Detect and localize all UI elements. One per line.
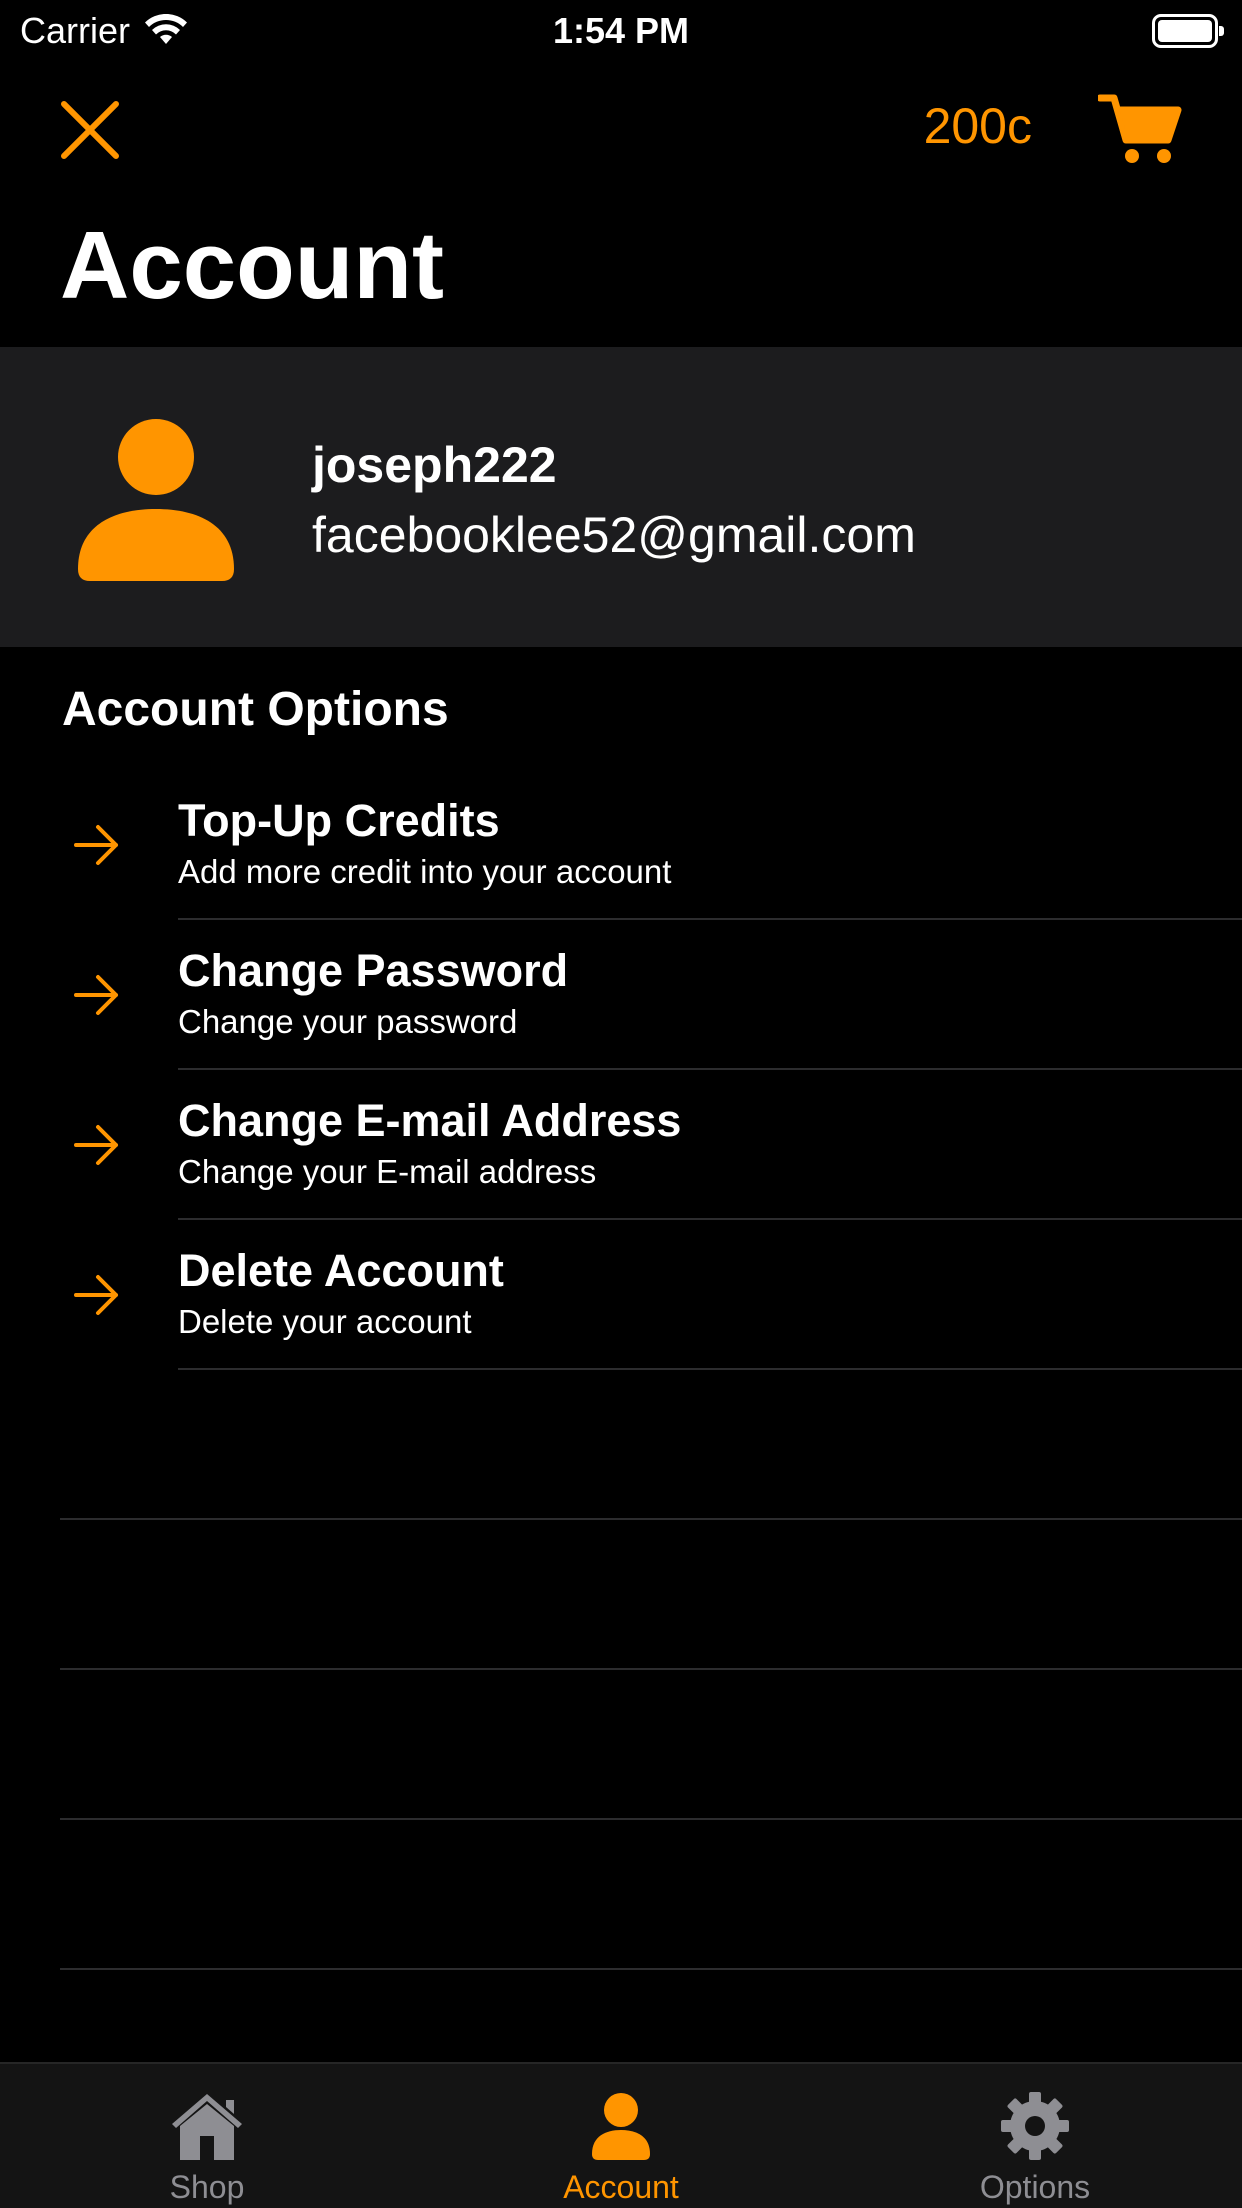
close-icon[interactable] <box>56 96 124 164</box>
option-title: Delete Account <box>178 1245 504 1296</box>
option-change-email[interactable]: Change E-mail Address Change your E-mail… <box>0 1070 1242 1220</box>
option-subtitle: Add more credit into your account <box>178 853 672 890</box>
empty-row <box>0 1820 1242 1970</box>
arrow-right-icon <box>74 825 118 865</box>
credits-balance: 200c <box>923 98 1032 154</box>
battery-cap <box>1219 26 1224 36</box>
empty-row <box>0 1370 1242 1520</box>
option-subtitle: Delete your account <box>178 1303 472 1340</box>
option-top-up-credits[interactable]: Top-Up Credits Add more credit into your… <box>0 770 1242 920</box>
person-icon <box>78 419 234 581</box>
empty-row <box>0 1520 1242 1670</box>
cart-icon[interactable] <box>1098 92 1182 166</box>
option-subtitle: Change your E-mail address <box>178 1153 597 1190</box>
gear-icon <box>1001 2092 1069 2160</box>
account-screen: Carrier 1:54 PM 200c Account joseph222 f… <box>0 0 1242 2208</box>
section-title: Account Options <box>62 683 449 736</box>
arrow-right-icon <box>74 975 118 1015</box>
tab-account[interactable]: Account <box>414 2064 828 2208</box>
empty-row <box>0 1670 1242 1820</box>
house-icon <box>172 2094 242 2160</box>
tab-label: Account <box>563 2169 679 2205</box>
profile-card: joseph222 facebooklee52@gmail.com <box>0 347 1242 647</box>
tab-label: Options <box>979 2169 1091 2205</box>
option-change-password[interactable]: Change Password Change your password <box>0 920 1242 1070</box>
status-bar: Carrier 1:54 PM <box>0 0 1242 62</box>
profile-email: facebooklee52@gmail.com <box>312 507 916 563</box>
battery-level <box>1158 20 1212 42</box>
option-title: Change E-mail Address <box>178 1095 682 1146</box>
profile-username: joseph222 <box>312 437 557 493</box>
battery-icon <box>1152 14 1224 48</box>
account-options-list: Top-Up Credits Add more credit into your… <box>0 770 1242 1970</box>
arrow-right-icon <box>74 1275 118 1315</box>
tab-options[interactable]: Options <box>828 2064 1242 2208</box>
tab-label: Shop <box>169 2169 245 2205</box>
page-title: Account <box>60 212 444 319</box>
option-title: Change Password <box>178 945 569 996</box>
tab-shop[interactable]: Shop <box>0 2064 414 2208</box>
option-delete-account[interactable]: Delete Account Delete your account <box>0 1220 1242 1370</box>
status-time: 1:54 PM <box>552 10 690 51</box>
option-subtitle: Change your password <box>178 1003 518 1040</box>
arrow-right-icon <box>74 1125 118 1165</box>
person-icon <box>592 2093 650 2160</box>
row-separator <box>60 1968 1242 1970</box>
tab-bar: Shop Account Options <box>0 2062 1242 2208</box>
option-title: Top-Up Credits <box>178 795 500 846</box>
